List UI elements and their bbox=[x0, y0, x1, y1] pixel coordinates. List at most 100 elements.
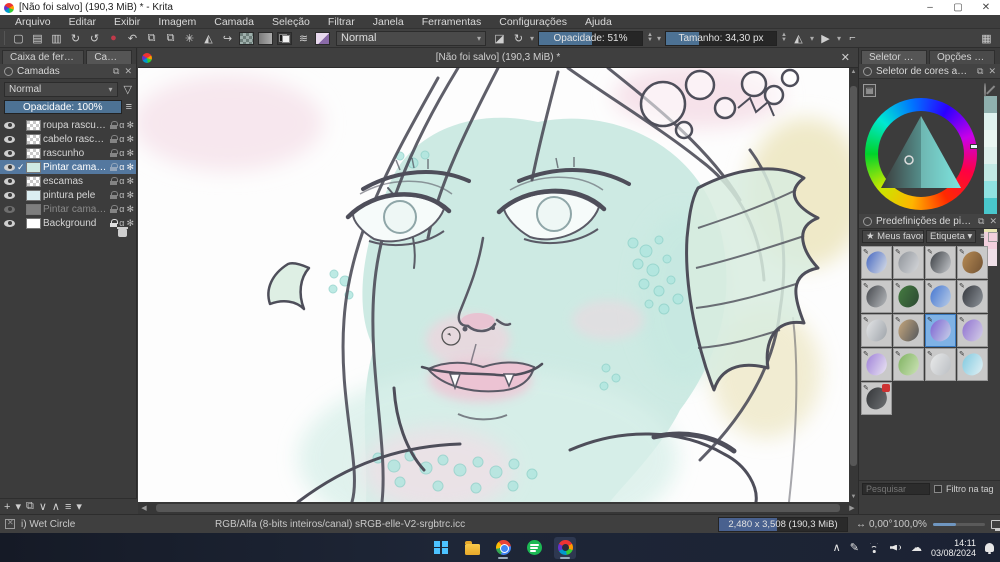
close-docker-icon[interactable]: ✕ bbox=[989, 216, 997, 227]
brush-preset[interactable]: ✎ bbox=[925, 314, 956, 347]
horizontal-scroll-thumb[interactable] bbox=[156, 504, 840, 512]
layer-visibility-eye-icon[interactable] bbox=[4, 219, 15, 227]
blend-mode-select[interactable]: Normal ▾ bbox=[336, 30, 486, 46]
workspace-chooser-icon[interactable]: ▦ bbox=[977, 30, 996, 46]
brush-preset[interactable]: ✎ bbox=[957, 348, 988, 381]
layer-lock-icon[interactable] bbox=[110, 135, 119, 143]
dock-tab[interactable]: Opções da fe... bbox=[929, 50, 995, 64]
layer-action-button[interactable]: ▾ bbox=[15, 500, 21, 513]
layer-row[interactable]: ✓ Background α ✻ bbox=[0, 216, 136, 230]
zoom-slider[interactable] bbox=[932, 522, 985, 526]
brush-preset[interactable]: ✎ bbox=[957, 246, 988, 279]
brush-preset[interactable]: ✎ bbox=[893, 348, 924, 381]
layer-visibility-eye-icon[interactable] bbox=[4, 191, 15, 199]
close-button[interactable]: ✕ bbox=[972, 2, 1000, 13]
dock-tab[interactable]: Caixa de ferramentas bbox=[2, 50, 85, 64]
menu-item[interactable]: Imagem bbox=[149, 16, 205, 28]
toolbar-icon[interactable]: ◭ bbox=[199, 30, 218, 46]
color-history-swatch[interactable] bbox=[984, 130, 997, 147]
brush-search-input[interactable] bbox=[862, 483, 930, 495]
wrap-around-icon[interactable]: ▶ bbox=[816, 30, 835, 46]
fg-bg-color-icon[interactable] bbox=[277, 31, 292, 45]
brush-preset[interactable]: ✎ bbox=[893, 314, 924, 347]
layer-row[interactable]: ✓ rascunho α ✻ bbox=[0, 146, 136, 160]
list-view-icon[interactable]: ≡ bbox=[980, 231, 986, 242]
horizontal-scrollbar[interactable]: ◀ ▶ bbox=[138, 502, 858, 514]
filter-tag-checkbox[interactable] bbox=[934, 485, 942, 493]
layer-action-button[interactable]: ∨ bbox=[39, 500, 47, 513]
menu-item[interactable]: Arquivo bbox=[6, 16, 60, 28]
tray-chevron-icon[interactable]: ∧ bbox=[833, 541, 841, 554]
spotify-icon[interactable] bbox=[523, 537, 545, 559]
brush-preset[interactable]: ✎ bbox=[925, 280, 956, 313]
tag-filter-button[interactable]: Etiqueta ▾ bbox=[926, 230, 977, 243]
wifi-icon[interactable] bbox=[868, 543, 881, 553]
layer-visibility-eye-icon[interactable] bbox=[4, 163, 15, 171]
layer-thumbnail[interactable] bbox=[26, 119, 41, 131]
file-explorer-icon[interactable] bbox=[461, 537, 483, 559]
layer-row[interactable]: ✓ Pintar camad... α ✻ bbox=[0, 160, 136, 174]
close-docker-icon[interactable]: ✕ bbox=[988, 66, 996, 77]
brush-preset[interactable]: ✎ bbox=[861, 348, 892, 381]
layer-thumbnail[interactable] bbox=[26, 189, 41, 201]
filter-funnel-icon[interactable]: ▽ bbox=[124, 83, 132, 96]
volume-icon[interactable] bbox=[890, 543, 902, 553]
pattern-chooser-icon[interactable] bbox=[239, 31, 254, 45]
layer-properties-icon[interactable]: ✻ bbox=[126, 204, 134, 215]
menu-item[interactable]: Configurações bbox=[490, 16, 576, 28]
reload-preset-icon[interactable]: ↻ bbox=[509, 30, 528, 46]
menu-item[interactable]: Filtrar bbox=[319, 16, 364, 28]
layer-thumbnail[interactable] bbox=[26, 217, 41, 229]
toolbar-icon[interactable]: ✳ bbox=[180, 30, 199, 46]
size-slider[interactable]: Tamanho: 34,30 px bbox=[664, 30, 777, 46]
layer-visibility-eye-icon[interactable] bbox=[4, 177, 15, 185]
scroll-right-icon[interactable]: ▶ bbox=[846, 504, 858, 512]
chevron-down-icon[interactable]: ▾ bbox=[810, 34, 814, 43]
brush-preset[interactable]: ✎ bbox=[861, 246, 892, 279]
layer-thumbnail[interactable] bbox=[26, 133, 41, 145]
color-history-swatch[interactable] bbox=[984, 113, 997, 130]
vertical-scroll-thumb[interactable] bbox=[850, 86, 857, 466]
brush-preset[interactable]: ✎ bbox=[893, 246, 924, 279]
layer-lock-icon[interactable] bbox=[110, 205, 119, 213]
color-selector-settings-icon[interactable]: ▤ bbox=[863, 84, 876, 97]
layer-action-button[interactable]: ≡ bbox=[65, 501, 71, 513]
float-docker-icon[interactable]: ⧉ bbox=[978, 216, 984, 227]
color-history-swatch[interactable] bbox=[984, 181, 997, 198]
toolbar-icon[interactable]: ⧉ bbox=[161, 30, 180, 46]
dock-tab[interactable]: Seletor de cores ... bbox=[861, 50, 927, 64]
canvas-viewport[interactable] bbox=[138, 68, 849, 502]
scroll-left-icon[interactable]: ◀ bbox=[138, 504, 150, 512]
vertical-scrollbar[interactable]: ▲ ▼ bbox=[849, 68, 858, 502]
layer-properties-icon[interactable]: ✻ bbox=[126, 176, 134, 187]
menu-item[interactable]: Camada bbox=[205, 16, 263, 28]
fit-to-screen-icon[interactable] bbox=[990, 519, 1000, 531]
color-history-swatch[interactable] bbox=[984, 147, 997, 164]
layer-action-button[interactable]: ∧ bbox=[52, 500, 60, 513]
no-color-icon[interactable] bbox=[984, 83, 986, 97]
docker-lock-icon[interactable] bbox=[863, 216, 872, 226]
dock-tab[interactable]: Camadas bbox=[86, 50, 132, 64]
chevron-down-icon[interactable]: ▾ bbox=[837, 34, 841, 43]
layer-lock-icon[interactable] bbox=[110, 191, 119, 199]
color-triangle[interactable] bbox=[879, 114, 963, 192]
layer-options-icon[interactable]: ≡ bbox=[126, 101, 132, 113]
rotation-value[interactable]: 0,00° bbox=[869, 519, 892, 530]
brush-preset[interactable]: ✎ bbox=[925, 348, 956, 381]
rotation-icon[interactable]: ↔ bbox=[856, 519, 866, 530]
menu-item[interactable]: Janela bbox=[364, 16, 413, 28]
layer-properties-icon[interactable]: ✻ bbox=[126, 190, 134, 201]
clock[interactable]: 14:11 03/08/2024 bbox=[931, 538, 976, 558]
toolbar-icon[interactable]: ▥ bbox=[47, 30, 66, 46]
size-spinner[interactable]: ▲ ▼ bbox=[781, 32, 787, 43]
color-history-swatch[interactable] bbox=[984, 164, 997, 181]
toolbar-icon[interactable]: ↶ bbox=[123, 30, 142, 46]
alpha-lock-icon[interactable]: α bbox=[119, 162, 124, 172]
notifications-bell-icon[interactable] bbox=[985, 543, 994, 554]
menu-item[interactable]: Editar bbox=[60, 16, 105, 28]
pen-icon[interactable]: ✎ bbox=[850, 541, 859, 554]
color-history-swatch[interactable] bbox=[984, 198, 997, 215]
chevron-down-icon[interactable]: ▾ bbox=[530, 34, 534, 43]
layer-action-button[interactable]: + bbox=[4, 501, 10, 513]
grid-view-icon[interactable] bbox=[987, 231, 998, 242]
